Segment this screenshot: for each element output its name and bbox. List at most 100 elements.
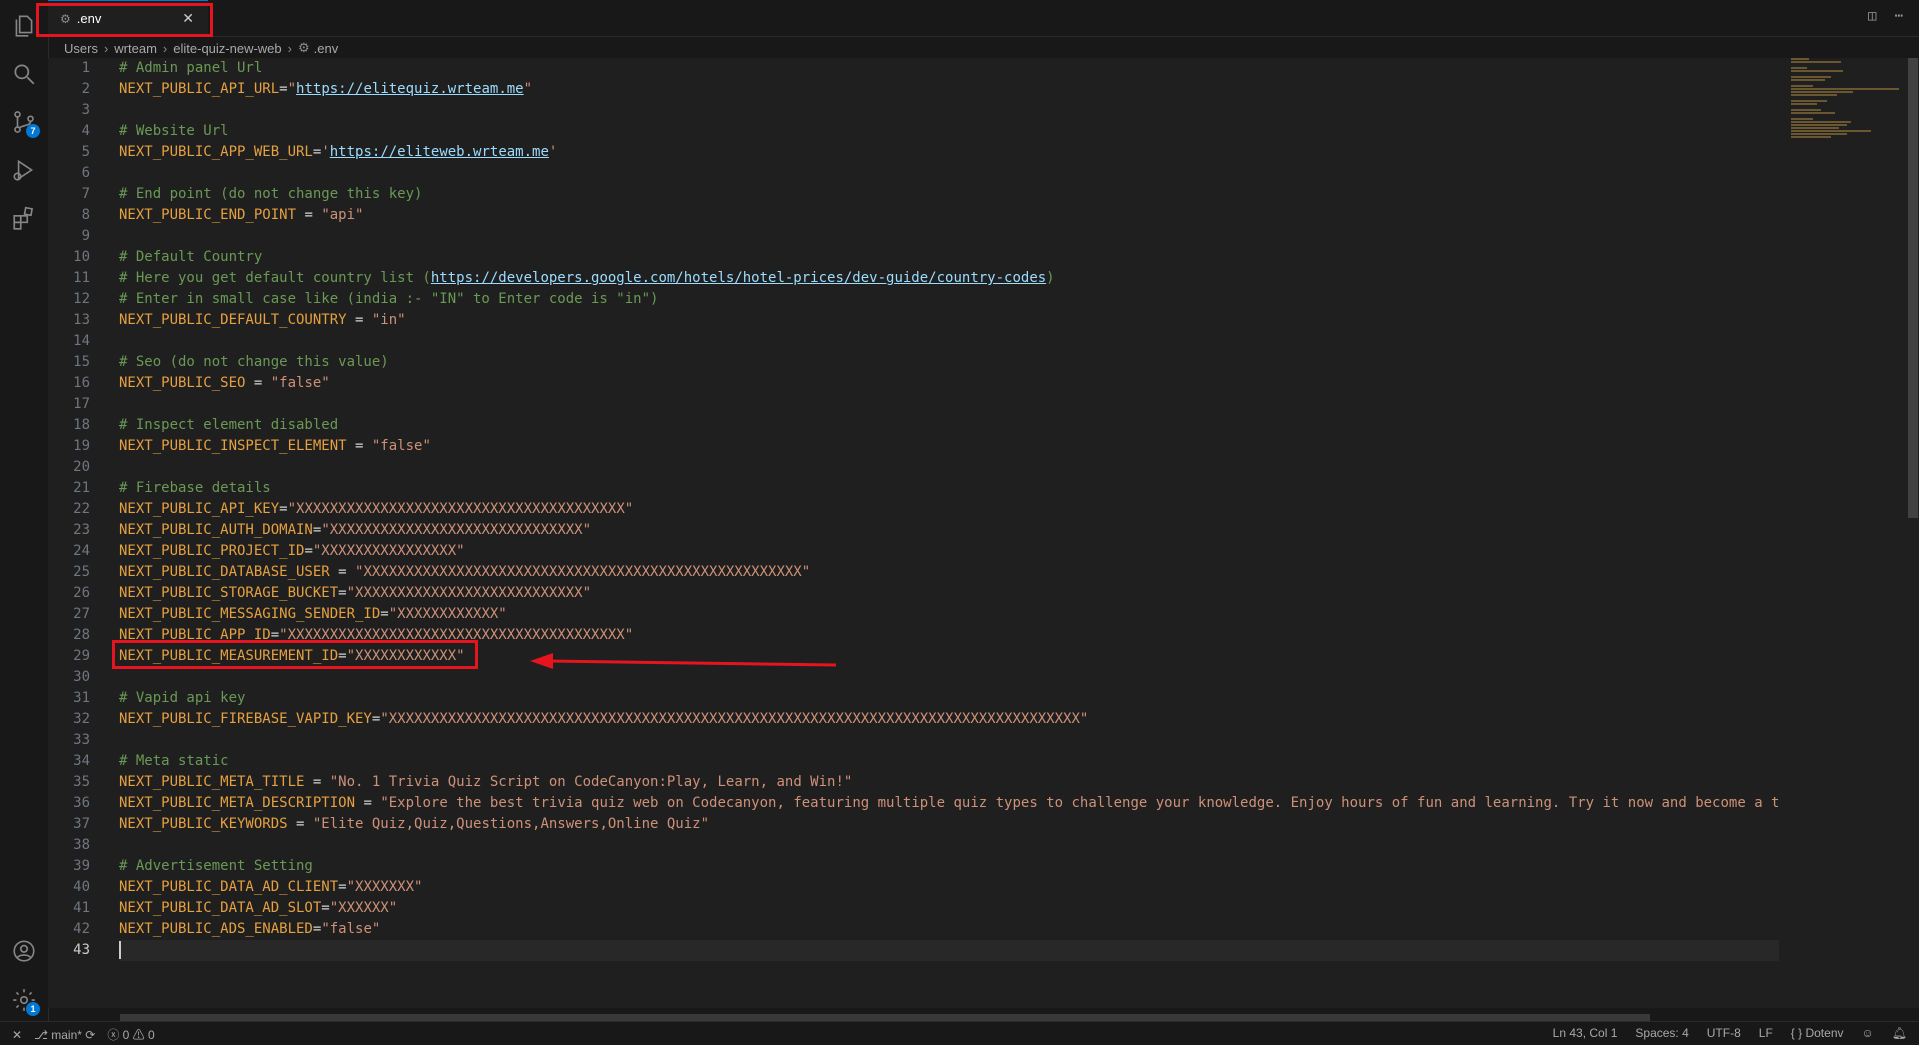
split-editor-icon[interactable]: ◫	[1868, 8, 1876, 24]
token: =	[279, 81, 288, 97]
comment: # Admin panel Url	[119, 60, 263, 76]
code-line[interactable]: NEXT_PUBLIC_MESSAGING_SENDER_ID="XXXXXXX…	[119, 604, 1779, 625]
code-line[interactable]: NEXT_PUBLIC_DATABASE_USER = "XXXXXXXXXXX…	[119, 562, 1779, 583]
code-line[interactable]: NEXT_PUBLIC_API_KEY="XXXXXXXXXXXXXXXXXXX…	[119, 499, 1779, 520]
extensions-icon[interactable]	[10, 204, 38, 232]
code-editor[interactable]: 1 2 3 4 5 6 7 8 9 10 11 12 13 14 15 16 17 18 19 20 21 22 23 24 2…	[48, 58, 1919, 1024]
line-number: 18	[73, 417, 90, 433]
breadcrumb-item-wrteam[interactable]: wrteam	[114, 41, 157, 56]
settings-gear-icon[interactable]: 1	[10, 986, 40, 1016]
code-line[interactable]: # Website Url	[119, 121, 1779, 142]
code-line[interactable]	[119, 730, 1779, 751]
code-line[interactable]	[119, 394, 1779, 415]
token: =	[321, 900, 330, 916]
breadcrumb-item-users[interactable]: Users	[64, 41, 98, 56]
close-icon[interactable]: ✕	[182, 10, 194, 27]
code-line[interactable]	[119, 100, 1779, 121]
code-line[interactable]	[119, 667, 1779, 688]
url-link[interactable]: https://developers.google.com/hotels/hot…	[431, 270, 1046, 286]
code-line[interactable]: # Meta static	[119, 751, 1779, 772]
code-line[interactable]: NEXT_PUBLIC_DEFAULT_COUNTRY = "in"	[119, 310, 1779, 331]
notifications-icon[interactable]: 🔔︎	[1892, 1026, 1907, 1040]
line-number: 25	[73, 564, 90, 580]
line-number: 36	[73, 795, 90, 811]
code-line[interactable]: NEXT_PUBLIC_AUTH_DOMAIN="XXXXXXXXXXXXXXX…	[119, 520, 1779, 541]
language-mode[interactable]: { } Dotenv	[1791, 1026, 1844, 1040]
code-line[interactable]	[119, 226, 1779, 247]
token: "in"	[371, 312, 406, 328]
branch-indicator[interactable]: ⎇ main* ⟳	[34, 1028, 95, 1042]
code-line[interactable]: # Seo (do not change this value)	[119, 352, 1779, 373]
code-line[interactable]: # Firebase details	[119, 478, 1779, 499]
code-line[interactable]: # Vapid api key	[119, 688, 1779, 709]
code-line[interactable]	[119, 940, 1779, 961]
code-line[interactable]: # Enter in small case like (india :- "IN…	[119, 289, 1779, 310]
code-line[interactable]: # Advertisement Setting	[119, 856, 1779, 877]
code-line[interactable]: NEXT_PUBLIC_DATA_AD_CLIENT="XXXXXXX"	[119, 877, 1779, 898]
problems-indicator[interactable]: ⓧ 0 ⚠ 0	[107, 1026, 154, 1043]
code-line[interactable]: NEXT_PUBLIC_META_TITLE = "No. 1 Trivia Q…	[119, 772, 1779, 793]
tab-env[interactable]: ⚙ .env ✕	[48, 0, 208, 36]
breadcrumb-item-file[interactable]: .env	[314, 41, 339, 56]
code-line[interactable]	[119, 163, 1779, 184]
code-line[interactable]: NEXT_PUBLIC_APP_WEB_URL='https://elitewe…	[119, 142, 1779, 163]
env-key: NEXT_PUBLIC_DATA_AD_SLOT	[119, 900, 322, 916]
remote-icon[interactable]: ✕	[12, 1028, 22, 1042]
explorer-icon[interactable]	[10, 12, 38, 40]
copilot-icon[interactable]: ☺	[1862, 1026, 1874, 1040]
tab-title: .env	[76, 11, 102, 26]
env-key: NEXT_PUBLIC_FIREBASE_VAPID_KEY	[119, 711, 372, 727]
source-control-icon[interactable]: 7	[10, 108, 40, 138]
comment: # Here you get default country list (	[119, 270, 431, 286]
env-key: NEXT_PUBLIC_ADS_ENABLED	[119, 921, 313, 937]
more-actions-icon[interactable]: ⋯	[1895, 8, 1903, 24]
code-line[interactable]	[119, 457, 1779, 478]
code-line[interactable]: NEXT_PUBLIC_FIREBASE_VAPID_KEY="XXXXXXXX…	[119, 709, 1779, 730]
line-number: 39	[73, 858, 90, 874]
code-line[interactable]: # Default Country	[119, 247, 1779, 268]
code-line[interactable]: NEXT_PUBLIC_DATA_AD_SLOT="XXXXXX"	[119, 898, 1779, 919]
search-icon[interactable]	[10, 60, 38, 88]
code-lines[interactable]: # Admin panel Url NEXT_PUBLIC_API_URL="ht…	[119, 58, 1779, 961]
code-line[interactable]: NEXT_PUBLIC_KEYWORDS = "Elite Quiz,Quiz,…	[119, 814, 1779, 835]
code-line[interactable]	[119, 331, 1779, 352]
url-link[interactable]: https://eliteweb.wrteam.me	[330, 144, 549, 160]
code-line[interactable]	[119, 835, 1779, 856]
code-line[interactable]: # End point (do not change this key)	[119, 184, 1779, 205]
env-key: NEXT_PUBLIC_DATABASE_USER	[119, 564, 330, 580]
code-line[interactable]: NEXT_PUBLIC_STORAGE_BUCKET="XXXXXXXXXXXX…	[119, 583, 1779, 604]
line-number: 10	[73, 249, 90, 265]
code-line[interactable]: NEXT_PUBLIC_API_URL="https://elitequiz.w…	[119, 79, 1779, 100]
code-line[interactable]: # Admin panel Url	[119, 58, 1779, 79]
comment: # Website Url	[119, 123, 229, 139]
indentation[interactable]: Spaces: 4	[1635, 1026, 1688, 1040]
line-number: 17	[73, 396, 90, 412]
comment: # Enter in small case like (india :- "IN…	[119, 291, 659, 307]
code-line[interactable]: # Inspect element disabled	[119, 415, 1779, 436]
vertical-scrollbar[interactable]	[1905, 58, 1919, 1008]
comment: # Meta static	[119, 753, 229, 769]
token: "XXXXXXXXXXXXXXXXXXXXXXXXXXXXXX"	[321, 522, 592, 538]
account-icon[interactable]	[10, 937, 38, 965]
code-line[interactable]: # Here you get default country list (htt…	[119, 268, 1779, 289]
minimap[interactable]	[1791, 58, 1909, 148]
chevron-right-icon: ›	[103, 40, 109, 56]
line-number: 20	[73, 459, 90, 475]
comment: # Default Country	[119, 249, 263, 265]
code-line[interactable]: NEXT_PUBLIC_INSPECT_ELEMENT = "false"	[119, 436, 1779, 457]
code-line[interactable]: NEXT_PUBLIC_PROJECT_ID="XXXXXXXXXXXXXXXX…	[119, 541, 1779, 562]
line-number: 14	[73, 333, 90, 349]
breadcrumb-item-project[interactable]: elite-quiz-new-web	[173, 41, 281, 56]
code-line[interactable]: NEXT_PUBLIC_SEO = "false"	[119, 373, 1779, 394]
settings-badge: 1	[26, 1002, 40, 1016]
code-line[interactable]: NEXT_PUBLIC_META_DESCRIPTION = "Explore …	[119, 793, 1779, 814]
cursor-position[interactable]: Ln 43, Col 1	[1553, 1026, 1618, 1040]
line-number: 32	[73, 711, 90, 727]
url-link[interactable]: https://elitequiz.wrteam.me	[296, 81, 524, 97]
run-debug-icon[interactable]	[10, 156, 38, 184]
code-line[interactable]: NEXT_PUBLIC_END_POINT = "api"	[119, 205, 1779, 226]
encoding[interactable]: UTF-8	[1707, 1026, 1741, 1040]
end-of-line[interactable]: LF	[1759, 1026, 1773, 1040]
token: "false"	[270, 375, 330, 391]
code-line[interactable]: NEXT_PUBLIC_ADS_ENABLED="false"	[119, 919, 1779, 940]
